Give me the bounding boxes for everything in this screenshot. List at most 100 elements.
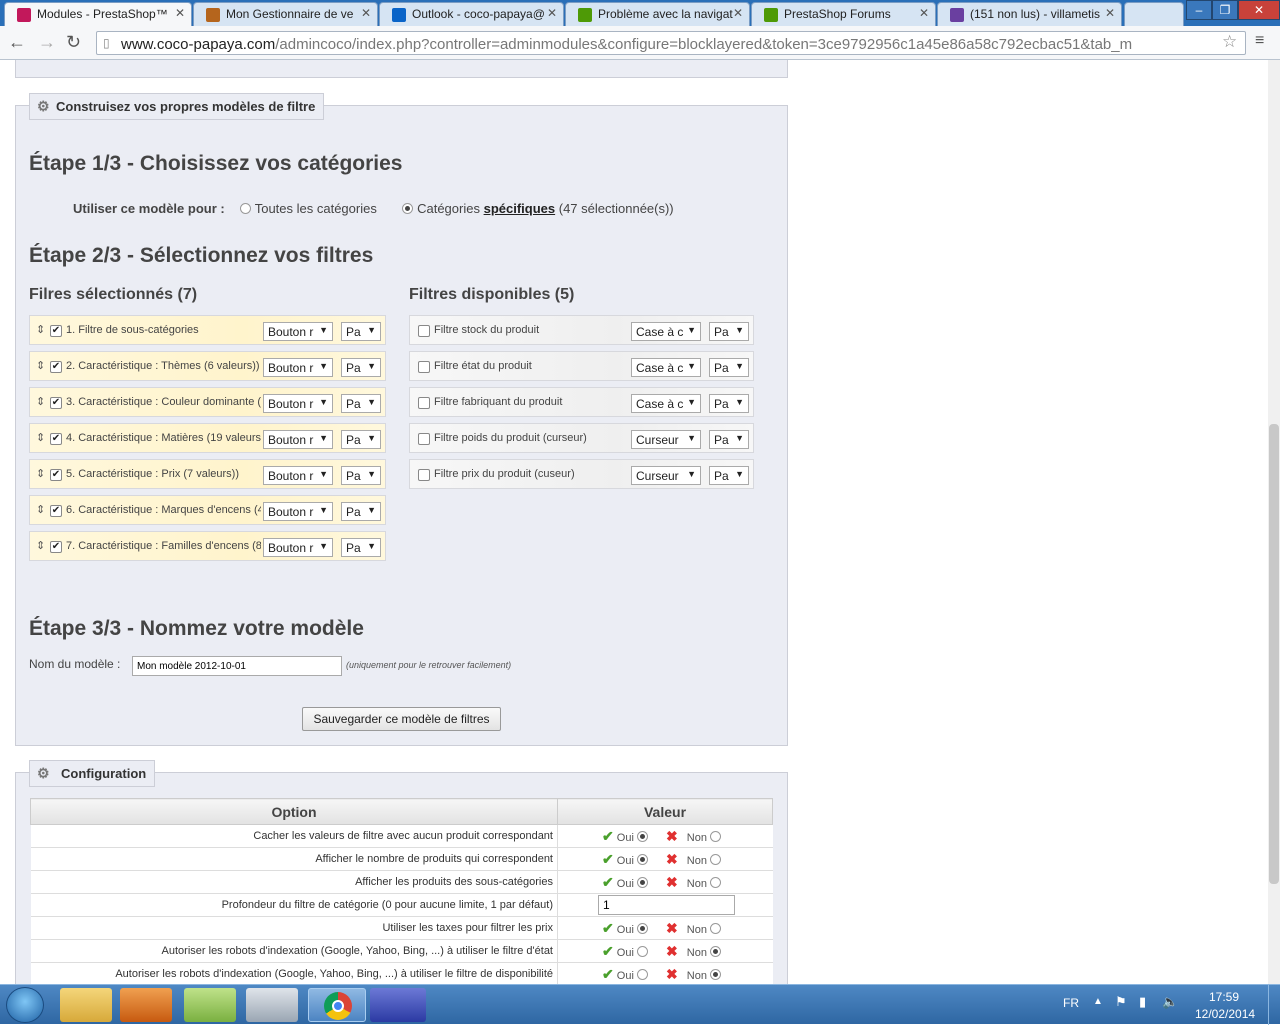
browser-tab[interactable]: PrestaShop Forums ✕ bbox=[751, 2, 936, 26]
filter-type-select[interactable]: Case à c ▼ bbox=[631, 358, 701, 377]
filter-type-select[interactable]: Case à c ▼ bbox=[631, 322, 701, 341]
drag-handle-icon[interactable]: ⇕ bbox=[36, 539, 45, 552]
selected-filter-row[interactable]: ⇕ ✔ 6. Caractéristique : Marques d'encens … bbox=[29, 495, 386, 525]
volume-icon[interactable]: 🔈 bbox=[1162, 994, 1178, 1010]
yes-radio[interactable] bbox=[636, 945, 648, 957]
specific-categories-radio[interactable] bbox=[402, 203, 414, 214]
filter-limit-select[interactable]: Pa ▼ bbox=[341, 538, 381, 557]
new-tab-button[interactable] bbox=[1124, 2, 1184, 26]
filter-limit-select[interactable]: Pa ▼ bbox=[341, 322, 381, 341]
filter-limit-select[interactable]: Pa ▼ bbox=[709, 466, 749, 485]
filter-limit-select[interactable]: Pa ▼ bbox=[341, 466, 381, 485]
selected-filter-row[interactable]: ⇕ ✔ 1. Filtre de sous-catégories Bouton r ▼ P… bbox=[29, 315, 386, 345]
chrome-taskbar-icon[interactable] bbox=[308, 988, 366, 1022]
selected-filter-row[interactable]: ⇕ ✔ 4. Caractéristique : Matières (19 vale… bbox=[29, 423, 386, 453]
calculator-taskbar-icon[interactable] bbox=[246, 988, 298, 1022]
selected-filter-row[interactable]: ⇕ ✔ 5. Caractéristique : Prix (7 valeurs))… bbox=[29, 459, 386, 489]
filter-type-select[interactable]: Curseur ▼ bbox=[631, 430, 701, 449]
filter-limit-select[interactable]: Pa ▼ bbox=[341, 502, 381, 521]
address-bar[interactable]: ▯ www.coco-papaya.com/admincoco/index.ph… bbox=[96, 31, 1246, 55]
yes-radio[interactable] bbox=[636, 853, 648, 865]
drag-handle-icon[interactable]: ⇕ bbox=[36, 359, 45, 372]
filter-checkbox[interactable] bbox=[418, 433, 430, 445]
filter-limit-select[interactable]: Pa ▼ bbox=[709, 358, 749, 377]
drag-handle-icon[interactable]: ⇕ bbox=[36, 431, 45, 444]
no-radio[interactable] bbox=[710, 922, 722, 934]
show-hidden-icons-icon[interactable]: ▲ bbox=[1093, 996, 1103, 1007]
selected-filter-row[interactable]: ⇕ ✔ 3. Caractéristique : Couleur dominante… bbox=[29, 387, 386, 417]
clock-time[interactable]: 17:59 bbox=[1209, 990, 1239, 1004]
filter-checkbox[interactable]: ✔ bbox=[50, 469, 62, 481]
browser-tab[interactable]: Modules - PrestaShop™ ✕ bbox=[4, 2, 192, 26]
mail-taskbar-icon[interactable] bbox=[370, 988, 426, 1022]
no-radio[interactable] bbox=[710, 945, 722, 957]
filter-type-select[interactable]: Bouton r ▼ bbox=[263, 430, 333, 449]
filter-limit-select[interactable]: Pa ▼ bbox=[709, 430, 749, 449]
save-template-button[interactable]: Sauvegarder ce modèle de filtres bbox=[302, 707, 501, 731]
scrollbar-thumb[interactable] bbox=[1269, 424, 1279, 884]
start-button[interactable] bbox=[6, 987, 44, 1023]
filter-type-select[interactable]: Bouton r ▼ bbox=[263, 394, 333, 413]
selected-filter-row[interactable]: ⇕ ✔ 2. Caractéristique : Thèmes (6 valeurs… bbox=[29, 351, 386, 381]
yes-radio[interactable] bbox=[636, 830, 648, 842]
language-indicator[interactable]: FR bbox=[1063, 996, 1079, 1010]
close-tab-icon[interactable]: ✕ bbox=[1105, 6, 1115, 20]
close-tab-icon[interactable]: ✕ bbox=[547, 6, 557, 20]
available-filter-row[interactable]: Filtre état du produit Case à c ▼ Pa ▼ bbox=[409, 351, 754, 381]
browser-tab[interactable]: Problème avec la navigat ✕ bbox=[565, 2, 750, 26]
clock-date[interactable]: 12/02/2014 bbox=[1195, 1007, 1255, 1021]
filter-limit-select[interactable]: Pa ▼ bbox=[709, 394, 749, 413]
filter-checkbox[interactable]: ✔ bbox=[50, 397, 62, 409]
network-icon[interactable]: ▮ bbox=[1139, 994, 1146, 1010]
drag-handle-icon[interactable]: ⇕ bbox=[36, 395, 45, 408]
filter-checkbox[interactable]: ✔ bbox=[50, 433, 62, 445]
reload-icon[interactable]: ↻ bbox=[66, 32, 81, 53]
category-depth-input[interactable] bbox=[598, 895, 735, 915]
filter-limit-select[interactable]: Pa ▼ bbox=[341, 358, 381, 377]
forward-arrow-icon[interactable]: → bbox=[38, 32, 56, 53]
available-filter-row[interactable]: Filtre prix du produit (cuseur) Curseur ▼ P… bbox=[409, 459, 754, 489]
no-radio[interactable] bbox=[710, 830, 722, 842]
filter-type-select[interactable]: Bouton r ▼ bbox=[263, 466, 333, 485]
template-name-input[interactable] bbox=[132, 656, 342, 676]
back-arrow-icon[interactable]: ← bbox=[8, 32, 26, 53]
filter-limit-select[interactable]: Pa ▼ bbox=[341, 394, 381, 413]
filter-type-select[interactable]: Bouton r ▼ bbox=[263, 358, 333, 377]
filter-type-select[interactable]: Bouton r ▼ bbox=[263, 322, 333, 341]
media-player-taskbar-icon[interactable] bbox=[120, 988, 172, 1022]
filter-limit-select[interactable]: Pa ▼ bbox=[709, 322, 749, 341]
specific-categories-link[interactable]: spécifiques bbox=[484, 201, 556, 216]
filter-checkbox[interactable] bbox=[418, 397, 430, 409]
maximize-button[interactable]: ❐ bbox=[1212, 0, 1238, 20]
close-tab-icon[interactable]: ✕ bbox=[919, 6, 929, 20]
drag-handle-icon[interactable]: ⇕ bbox=[36, 467, 45, 480]
menu-icon[interactable]: ≡ bbox=[1255, 32, 1264, 50]
drag-handle-icon[interactable]: ⇕ bbox=[36, 503, 45, 516]
filter-checkbox[interactable] bbox=[418, 469, 430, 481]
show-desktop-button[interactable] bbox=[1268, 985, 1280, 1025]
filter-checkbox[interactable]: ✔ bbox=[50, 505, 62, 517]
available-filter-row[interactable]: Filtre stock du produit Case à c ▼ Pa ▼ bbox=[409, 315, 754, 345]
available-filter-row[interactable]: Filtre fabriquant du produit Case à c ▼ Pa ▼ bbox=[409, 387, 754, 417]
close-window-button[interactable]: ✕ bbox=[1238, 0, 1280, 20]
minimize-button[interactable]: – bbox=[1186, 0, 1212, 20]
all-categories-radio[interactable] bbox=[240, 203, 252, 214]
close-tab-icon[interactable]: ✕ bbox=[361, 6, 371, 20]
notes-taskbar-icon[interactable] bbox=[184, 988, 236, 1022]
filter-checkbox[interactable]: ✔ bbox=[50, 541, 62, 553]
action-center-flag-icon[interactable]: ⚑ bbox=[1115, 994, 1127, 1010]
filter-type-select[interactable]: Curseur ▼ bbox=[631, 466, 701, 485]
browser-tab[interactable]: Outlook - coco-papaya@ ✕ bbox=[379, 2, 564, 26]
page-scrollbar[interactable] bbox=[1268, 60, 1280, 984]
available-filter-row[interactable]: Filtre poids du produit (curseur) Curseur… bbox=[409, 423, 754, 453]
close-tab-icon[interactable]: ✕ bbox=[175, 6, 185, 20]
browser-tab[interactable]: Mon Gestionnaire de ve ✕ bbox=[193, 2, 378, 26]
close-tab-icon[interactable]: ✕ bbox=[733, 6, 743, 20]
browser-tab[interactable]: (151 non lus) - villametis ✕ bbox=[937, 2, 1122, 26]
yes-radio[interactable] bbox=[636, 968, 648, 980]
explorer-taskbar-icon[interactable] bbox=[60, 988, 112, 1022]
bookmark-star-icon[interactable]: ☆ bbox=[1222, 32, 1237, 52]
filter-type-select[interactable]: Bouton r ▼ bbox=[263, 538, 333, 557]
filter-checkbox[interactable] bbox=[418, 325, 430, 337]
filter-type-select[interactable]: Case à c ▼ bbox=[631, 394, 701, 413]
